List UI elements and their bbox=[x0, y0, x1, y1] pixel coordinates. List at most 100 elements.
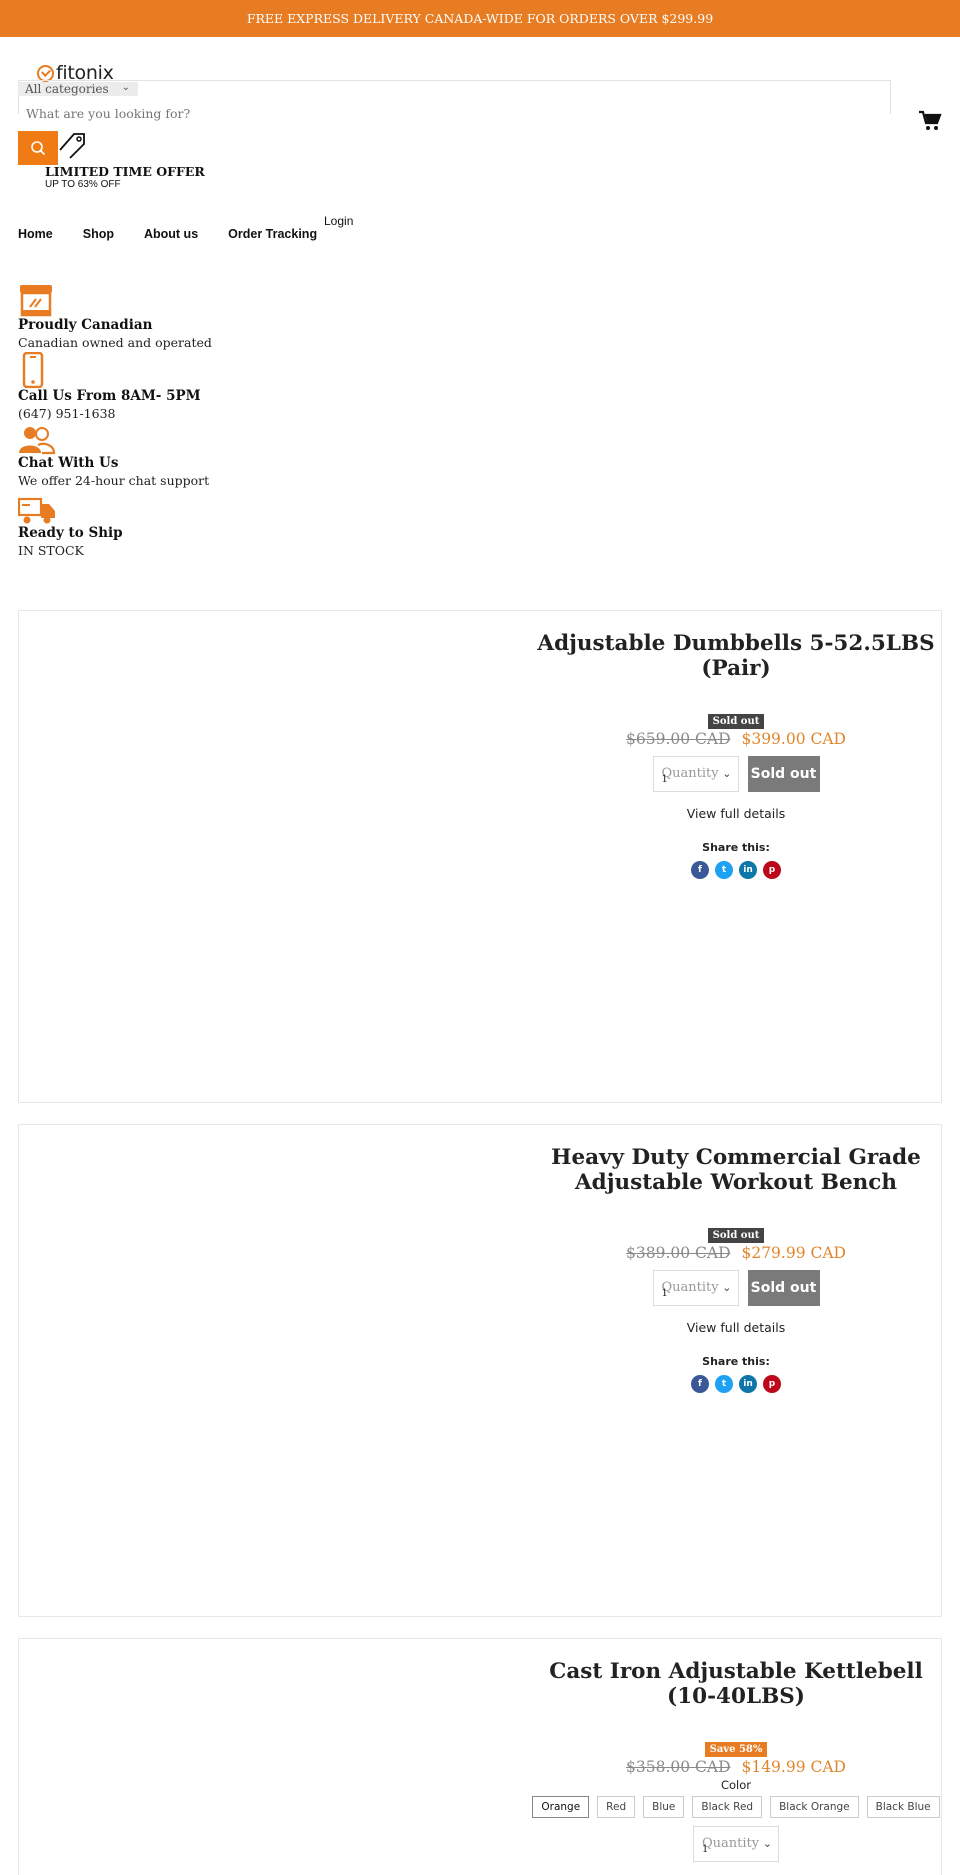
share-buttons: f t in p bbox=[519, 1375, 953, 1393]
search-input[interactable] bbox=[26, 103, 626, 123]
product-title[interactable]: Heavy Duty Commercial Grade Adjustable W… bbox=[519, 1145, 953, 1195]
phone-icon bbox=[22, 352, 44, 388]
feature-text: IN STOCK bbox=[18, 543, 84, 558]
product-card: Adjustable Dumbbells 5-52.5LBS (Pair) So… bbox=[18, 610, 942, 1103]
quantity-select[interactable]: Quantity 1 ⌄ bbox=[693, 1826, 779, 1862]
nav-item-about-us[interactable]: About us bbox=[144, 227, 198, 241]
logo-mark-icon bbox=[37, 64, 54, 82]
search-button[interactable] bbox=[18, 131, 58, 165]
sale-price: $149.99 CAD bbox=[741, 1758, 846, 1776]
twitter-icon[interactable]: t bbox=[715, 861, 733, 879]
product-prices: $389.00 CAD $279.99 CAD bbox=[519, 1244, 953, 1262]
color-option-orange[interactable]: Orange bbox=[532, 1796, 590, 1818]
feature-title: Proudly Canadian bbox=[18, 317, 153, 333]
compare-at-price: $659.00 CAD bbox=[626, 730, 731, 748]
feature-text: (647) 951-1638 bbox=[18, 406, 116, 421]
linkedin-icon[interactable]: in bbox=[739, 1375, 757, 1393]
sold-out-badge: Sold out bbox=[707, 714, 765, 729]
buy-row: Quantity 1 ⌄ bbox=[519, 1826, 953, 1862]
linkedin-icon[interactable]: in bbox=[739, 861, 757, 879]
nav-item-shop[interactable]: Shop bbox=[83, 227, 114, 241]
login-link[interactable]: Login bbox=[324, 214, 353, 228]
color-option-black-orange[interactable]: Black Orange bbox=[770, 1796, 859, 1818]
view-details-link[interactable]: View full details bbox=[519, 806, 953, 821]
chat-support-icon bbox=[19, 427, 56, 455]
chevron-down-icon: ⌄ bbox=[762, 1837, 772, 1850]
promo-subtitle: UP TO 63% OFF bbox=[45, 179, 121, 190]
quantity-label: Quantity bbox=[702, 1836, 760, 1851]
price-tag-icon bbox=[56, 128, 88, 164]
feature-ready-to-ship: Ready to Ship IN STOCK bbox=[18, 497, 123, 559]
product-title-line: Heavy Duty Commercial Grade bbox=[551, 1145, 921, 1170]
color-label: Color bbox=[720, 1778, 752, 1792]
save-badge: Save 58% bbox=[704, 1742, 768, 1757]
sold-out-button[interactable]: Sold out bbox=[747, 756, 820, 792]
sold-out-badge: Sold out bbox=[707, 1228, 765, 1243]
product-card: Cast Iron Adjustable Kettlebell (10-40LB… bbox=[18, 1638, 942, 1875]
quantity-value: 1 bbox=[702, 1844, 709, 1855]
quantity-label: Quantity bbox=[661, 1280, 719, 1295]
sale-price: $399.00 CAD bbox=[741, 730, 846, 748]
share-label: Share this: bbox=[702, 841, 770, 854]
view-details-link[interactable]: View full details bbox=[519, 1320, 953, 1335]
feature-title: Call Us From 8AM- 5PM bbox=[18, 388, 201, 404]
compare-at-price: $389.00 CAD bbox=[626, 1244, 731, 1262]
storefront-icon bbox=[20, 285, 52, 317]
color-option-red[interactable]: Red bbox=[597, 1796, 636, 1818]
product-title-line: (Pair) bbox=[701, 656, 771, 681]
quantity-label: Quantity bbox=[661, 766, 719, 781]
quantity-value: 1 bbox=[661, 774, 668, 785]
feature-text: Canadian owned and operated bbox=[18, 335, 212, 350]
twitter-icon[interactable]: t bbox=[715, 1375, 733, 1393]
promo-title: LIMITED TIME OFFER bbox=[45, 164, 205, 179]
product-title-line: Adjustable Workout Bench bbox=[574, 1170, 897, 1195]
quantity-select[interactable]: Quantity 1 ⌄ bbox=[652, 756, 739, 792]
product-info: Adjustable Dumbbells 5-52.5LBS (Pair) So… bbox=[519, 631, 953, 879]
nav-item-home[interactable]: Home bbox=[18, 227, 53, 241]
nav-item-order-tracking[interactable]: Order Tracking bbox=[228, 227, 317, 241]
color-options: Orange Red Blue Black Red Black Orange B… bbox=[519, 1796, 953, 1818]
sold-out-button[interactable]: Sold out bbox=[747, 1270, 820, 1306]
color-option-blue[interactable]: Blue bbox=[643, 1796, 685, 1818]
product-card: Heavy Duty Commercial Grade Adjustable W… bbox=[18, 1124, 942, 1617]
feature-call-us: Call Us From 8AM- 5PM (647) 951-1638 bbox=[18, 352, 201, 422]
pinterest-icon[interactable]: p bbox=[763, 861, 781, 879]
feature-chat: Chat With Us We offer 24-hour chat suppo… bbox=[18, 425, 209, 489]
facebook-icon[interactable]: f bbox=[691, 861, 709, 879]
product-title[interactable]: Cast Iron Adjustable Kettlebell (10-40LB… bbox=[519, 1659, 953, 1709]
product-title[interactable]: Adjustable Dumbbells 5-52.5LBS (Pair) bbox=[519, 631, 953, 681]
product-prices: $358.00 CAD $149.99 CAD bbox=[519, 1758, 953, 1776]
quantity-select[interactable]: Quantity 1 ⌄ bbox=[652, 1270, 739, 1306]
feature-title: Chat With Us bbox=[18, 455, 119, 471]
buy-row: Quantity 1 ⌄ Sold out bbox=[519, 756, 953, 792]
product-prices: $659.00 CAD $399.00 CAD bbox=[519, 730, 953, 748]
share-buttons: f t in p bbox=[519, 861, 953, 879]
cart-button[interactable] bbox=[918, 110, 942, 136]
share-label: Share this: bbox=[702, 1355, 770, 1368]
cart-icon bbox=[919, 110, 942, 130]
main-nav: Home Shop About us Order Tracking bbox=[18, 227, 347, 241]
product-title-line: Adjustable Dumbbells 5-52.5LBS bbox=[537, 631, 935, 656]
product-info: Cast Iron Adjustable Kettlebell (10-40LB… bbox=[519, 1659, 953, 1862]
quantity-value: 1 bbox=[661, 1288, 668, 1299]
sale-price: $279.99 CAD bbox=[741, 1244, 846, 1262]
buy-row: Quantity 1 ⌄ Sold out bbox=[519, 1270, 953, 1306]
chevron-down-icon: ⌄ bbox=[722, 767, 732, 780]
category-select-value: All categories bbox=[25, 82, 109, 96]
feature-title: Ready to Ship bbox=[18, 525, 123, 541]
product-title-line: (10-40LBS) bbox=[667, 1684, 805, 1709]
feature-text: We offer 24-hour chat support bbox=[18, 473, 210, 488]
delivery-truck-icon bbox=[18, 497, 55, 524]
chevron-down-icon: ⌄ bbox=[722, 1281, 732, 1294]
product-title-line: Cast Iron Adjustable Kettlebell bbox=[549, 1659, 923, 1684]
chevron-down-icon: ⌄ bbox=[121, 82, 130, 93]
pinterest-icon[interactable]: p bbox=[763, 1375, 781, 1393]
announcement-bar: FREE EXPRESS DELIVERY CANADA-WIDE FOR OR… bbox=[0, 0, 960, 37]
product-info: Heavy Duty Commercial Grade Adjustable W… bbox=[519, 1145, 953, 1393]
search-icon bbox=[31, 141, 46, 156]
color-option-black-red[interactable]: Black Red bbox=[692, 1796, 763, 1818]
category-select[interactable]: All categories ⌄ bbox=[18, 82, 138, 96]
color-option-black-blue[interactable]: Black Blue bbox=[866, 1796, 940, 1818]
facebook-icon[interactable]: f bbox=[691, 1375, 709, 1393]
feature-proudly-canadian: Proudly Canadian Canadian owned and oper… bbox=[18, 283, 212, 351]
